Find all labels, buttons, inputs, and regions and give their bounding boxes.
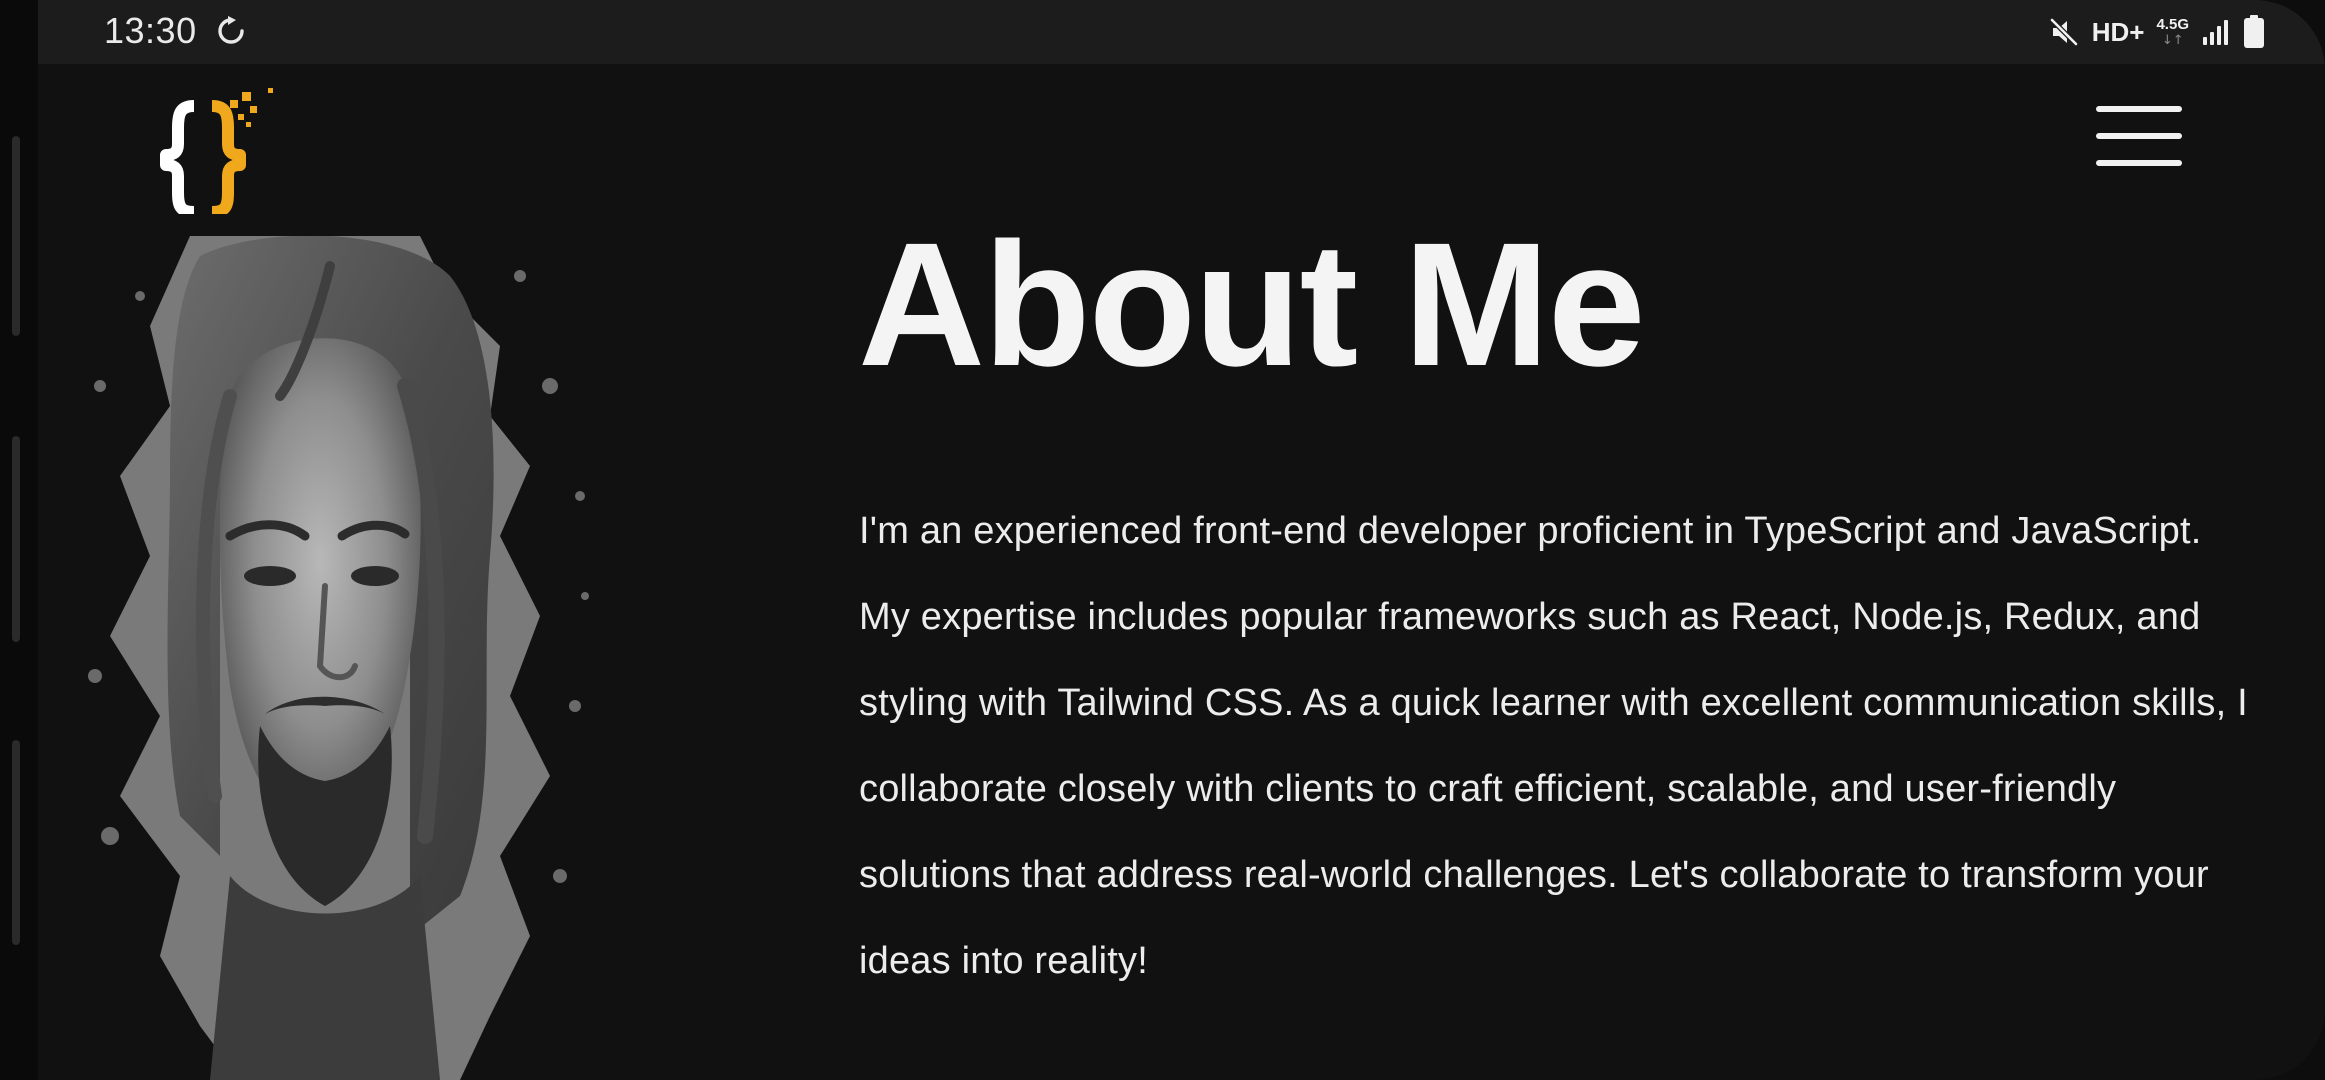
signal-icon (2203, 20, 2228, 45)
menu-bar (2096, 106, 2182, 112)
device-frame: 13:30 HD+ 4.5G ↓↑ About Me I'm an experi… (0, 0, 2325, 1080)
device-edge (0, 0, 38, 1080)
network-type-label: 4.5G (2156, 16, 2189, 33)
status-bar: 13:30 HD+ 4.5G ↓↑ (38, 0, 2325, 64)
side-button (12, 740, 20, 945)
side-button (12, 436, 20, 642)
data-arrows-icon: ↓↑ (2161, 33, 2184, 48)
hd-voice-label: HD+ (2091, 16, 2145, 47)
menu-bar (2096, 133, 2182, 139)
curly-braces-logo[interactable] (150, 84, 290, 214)
mute-icon (2049, 18, 2078, 46)
screen: 13:30 HD+ 4.5G ↓↑ About Me I'm an experi… (38, 0, 2325, 1080)
hamburger-menu-icon[interactable] (2096, 104, 2182, 168)
network-type: 4.5G ↓↑ (2156, 17, 2189, 47)
status-icons: HD+ 4.5G ↓↑ (2048, 10, 2265, 54)
bio-paragraph: I'm an experienced front-end developer p… (859, 510, 2248, 982)
status-time: 13:30 (104, 10, 197, 51)
sync-icon (218, 16, 244, 44)
portrait-image (88, 236, 589, 1080)
side-button (12, 136, 20, 336)
battery-icon (2244, 15, 2264, 48)
menu-bar (2096, 160, 2182, 166)
page-title: About Me (858, 207, 1646, 403)
